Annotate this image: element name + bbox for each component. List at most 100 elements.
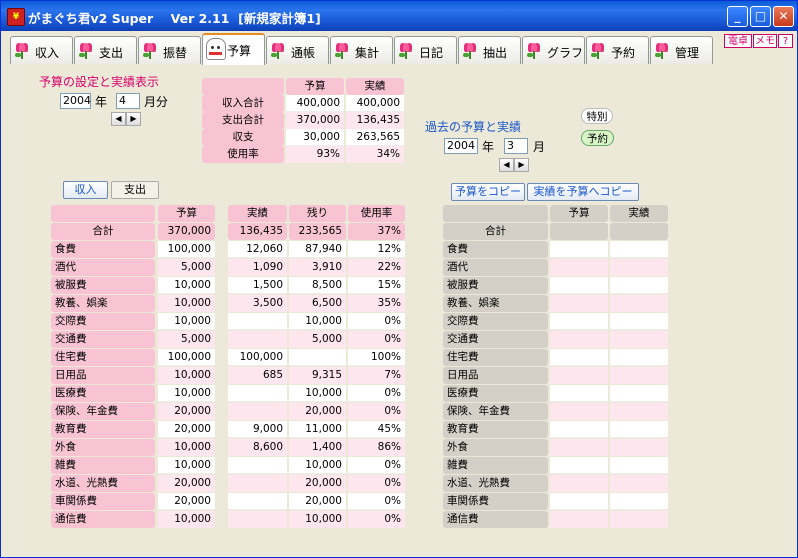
tab-0[interactable]: 収入 [10,36,73,64]
tab-4[interactable]: 通帳 [266,36,329,64]
budget-cell[interactable]: 5,000 [158,259,215,276]
actual-cell [228,457,287,474]
tab-7[interactable]: 抽出 [458,36,521,64]
past-month-prev-button[interactable]: ◀ [499,158,514,172]
past-category-label: 医療費 [443,385,548,402]
budget-cell[interactable]: 10,000 [158,367,215,384]
past-budget-cell [550,241,608,258]
past-budget-cell [550,511,608,528]
budget-cell[interactable]: 20,000 [158,475,215,492]
past-category-label: 保険、年金費 [443,403,548,420]
tab-label: 集計 [355,46,380,60]
past-actual-cell [610,349,668,366]
past-budget-cell [550,259,608,276]
past-category-label: 雑費 [443,457,548,474]
budget-cell[interactable]: 10,000 [158,439,215,456]
remain-cell: 6,500 [289,295,346,312]
budget-cell[interactable]: 10,000 [158,385,215,402]
tab-9[interactable]: 予約 [586,36,649,64]
tulip-icon [655,43,669,59]
summary-row-label: 使用率 [202,146,284,163]
actual-cell [228,331,287,348]
remain-cell: 10,000 [289,511,346,528]
minimize-button[interactable]: _ [727,6,748,27]
tulip-leaf [527,53,533,57]
summary-row-label: 収入合計 [202,95,284,112]
month-next-button[interactable]: ▶ [126,112,141,126]
category-label: 外食 [51,439,155,456]
rate-cell: 0% [348,331,405,348]
total-remain-cell: 233,565 [289,223,346,240]
reserve-chip[interactable]: 予約 [581,130,614,146]
rate-cell: 0% [348,475,405,492]
month-input[interactable]: 4 [116,93,140,109]
summary-header-actual: 実績 [346,78,404,95]
copy-actual-to-budget-button[interactable]: 実績を予算へコピー [527,183,639,201]
year-input[interactable]: 2004 [60,93,91,109]
budget-cell[interactable]: 20,000 [158,403,215,420]
cat-eye [217,46,220,49]
past-category-label: 車関係費 [443,493,548,510]
summary-actual-value: 136,435 [346,112,404,129]
memo-button[interactable]: メモ [753,34,777,48]
tulip-stem [341,51,343,59]
tab-10[interactable]: 管理 [650,36,713,64]
past-month-next-button[interactable]: ▶ [514,158,529,172]
summary-budget-value: 30,000 [286,129,344,146]
actual-cell: 100,000 [228,349,287,366]
past-year-input[interactable]: 2004 [444,138,478,154]
past-category-label: 教育費 [443,421,548,438]
tab-6[interactable]: 日記 [394,36,457,64]
tab-label: 振替 [163,46,188,60]
budget-cell[interactable]: 10,000 [158,313,215,330]
rate-cell: 15% [348,277,405,294]
tab-8[interactable]: グラフ [522,36,585,64]
help-button[interactable]: ? [778,34,793,48]
budget-cell[interactable]: 100,000 [158,241,215,258]
rate-cell: 22% [348,259,405,276]
total-budget-cell: 370,000 [158,223,215,240]
past-month-input[interactable]: 3 [504,138,528,154]
rate-cell: 35% [348,295,405,312]
income-toggle-button[interactable]: 収入 [63,181,108,199]
tulip-icon [463,43,477,59]
remain-cell: 8,500 [289,277,346,294]
past-month-unit-label: 月 [533,140,546,154]
past-category-label: 食費 [443,241,548,258]
past-actual-cell [610,493,668,510]
title-bar[interactable]: ¥ がまぐち君v2 Super Ver 2.11 [新規家計簿1] _ □ ✕ [1,1,797,31]
table-header-blank [51,205,155,222]
budget-cell[interactable]: 10,000 [158,511,215,528]
tab-5[interactable]: 集計 [330,36,393,64]
tab-1[interactable]: 支出 [74,36,137,64]
budget-cell[interactable]: 100,000 [158,349,215,366]
budget-cell[interactable]: 20,000 [158,421,215,438]
tulip-stem [277,51,279,59]
budget-cell[interactable]: 20,000 [158,493,215,510]
copy-budget-button[interactable]: 予算をコピー [451,183,525,201]
past-header-blank [443,205,548,222]
year-unit-label: 年 [95,95,108,109]
past-actual-cell [610,457,668,474]
actual-cell [228,511,287,528]
tab-3[interactable]: 予算 [202,33,265,65]
maximize-button[interactable]: □ [750,6,771,27]
budget-cell[interactable]: 10,000 [158,295,215,312]
summary-budget-value: 370,000 [286,112,344,129]
month-prev-button[interactable]: ◀ [111,112,126,126]
category-label: 雑費 [51,457,155,474]
past-actual-cell [610,403,668,420]
category-label: 車関係費 [51,493,155,510]
budget-cell[interactable]: 10,000 [158,457,215,474]
budget-cell[interactable]: 5,000 [158,331,215,348]
expense-toggle-button[interactable]: 支出 [111,181,159,199]
tab-2[interactable]: 振替 [138,36,201,64]
past-budget-cell [550,367,608,384]
actual-cell: 12,060 [228,241,287,258]
past-category-label: 交際費 [443,313,548,330]
special-chip[interactable]: 特別 [581,108,613,124]
close-button[interactable]: ✕ [773,6,794,27]
calculator-button[interactable]: 電卓 [724,34,752,48]
budget-cell[interactable]: 10,000 [158,277,215,294]
actual-cell [228,403,287,420]
